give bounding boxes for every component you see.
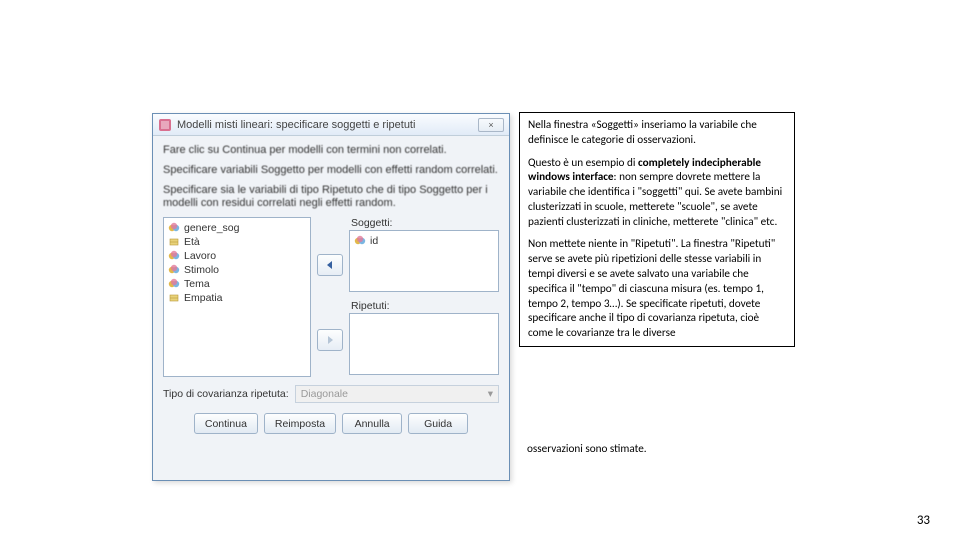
spss-dialog: Modelli misti lineari: specificare sogge… <box>152 113 510 481</box>
annotation-p2: Questo è un esempio di completely indeci… <box>528 156 786 230</box>
annotation-p1: Nella finestra «Soggetti» inseriamo la v… <box>528 118 786 148</box>
covariance-combo[interactable]: Diagonale ▾ <box>295 385 499 403</box>
hint-text-2: Specificare variabili Soggetto per model… <box>163 164 499 178</box>
annotation-p3: Non mettete niente in "Ripetuti". La fin… <box>528 237 786 340</box>
annotation-overflow: osservazioni sono stimate. <box>519 442 795 457</box>
soggetti-label: Soggetti: <box>351 217 499 229</box>
ripetuti-list[interactable] <box>349 313 499 375</box>
move-to-soggetti-button[interactable] <box>317 254 343 276</box>
list-item[interactable]: Lavoro <box>168 249 306 263</box>
annulla-button[interactable]: Annulla <box>342 413 402 434</box>
list-item[interactable]: genere_sog <box>168 221 306 235</box>
hint-text-3: Specificare sia le variabili di tipo Rip… <box>163 184 499 212</box>
ripetuti-label: Ripetuti: <box>351 300 499 312</box>
close-button[interactable]: × <box>478 118 504 132</box>
app-icon <box>158 118 172 132</box>
dialog-title: Modelli misti lineari: specificare sogge… <box>177 119 478 131</box>
dialog-body: Fare clic su Continua per modelli con te… <box>153 136 509 440</box>
annotation-box: Nella finestra «Soggetti» inseriamo la v… <box>519 112 795 347</box>
chevron-down-icon: ▾ <box>488 388 493 400</box>
list-item[interactable]: Età <box>168 235 306 249</box>
continua-button[interactable]: Continua <box>194 413 258 434</box>
move-to-ripetuti-button[interactable] <box>317 329 343 351</box>
list-item[interactable]: Stimolo <box>168 263 306 277</box>
list-item[interactable]: Empatia <box>168 291 306 305</box>
covariance-label: Tipo di covarianza ripetuta: <box>163 388 289 400</box>
hint-text-1: Fare clic su Continua per modelli con te… <box>163 144 499 158</box>
titlebar: Modelli misti lineari: specificare sogge… <box>153 114 509 136</box>
list-item[interactable]: Tema <box>168 277 306 291</box>
guida-button[interactable]: Guida <box>408 413 468 434</box>
list-item[interactable]: id <box>354 234 494 248</box>
variables-list[interactable]: genere_sog Età Lavoro Stimolo Tema Empat… <box>163 217 311 377</box>
page-number: 33 <box>917 513 930 528</box>
soggetti-list[interactable]: id <box>349 230 499 292</box>
reimposta-button[interactable]: Reimposta <box>264 413 336 434</box>
